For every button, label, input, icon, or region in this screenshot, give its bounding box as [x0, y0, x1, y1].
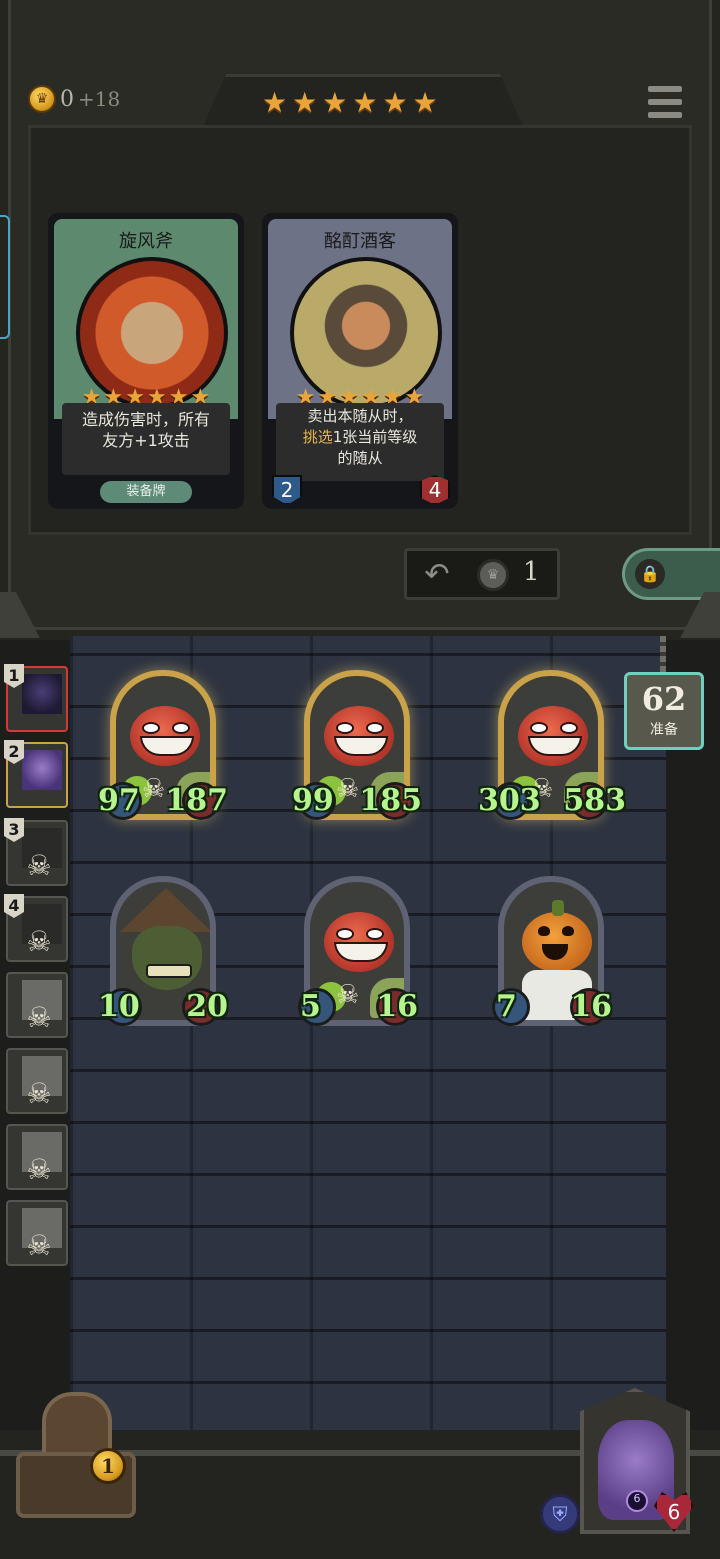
refresh-button[interactable]: ↶ ♛ 1: [404, 548, 560, 600]
skull-icon: ☠: [26, 849, 52, 882]
star-icon: ★: [322, 86, 348, 119]
minion-attack: 10: [98, 989, 140, 1024]
minion-health: 16: [570, 989, 612, 1024]
star-icon: ★: [412, 86, 438, 119]
skull-icon: ☠: [26, 925, 52, 958]
skull-icon: ☠: [26, 1001, 52, 1034]
crown-coin-icon: ♛: [28, 85, 56, 113]
timer-value: 62: [641, 680, 687, 718]
card-type-tag: 装备牌: [100, 481, 192, 503]
gold-income: +18: [78, 87, 121, 111]
card-description: 卖出本随从时， 挑选1张当前等级 的随从: [276, 403, 444, 481]
board-minion-3[interactable]: ☠ 303 583: [478, 670, 626, 830]
board-minion-1[interactable]: ☠ 97 187: [98, 670, 228, 830]
round-timer: 62 准备: [624, 672, 704, 750]
card-desc-line: 挑选1张当前等级: [276, 427, 444, 448]
minion-attack: 5: [300, 989, 321, 1024]
goblin-face: [132, 926, 202, 990]
star-icon: ★: [292, 86, 318, 119]
minion-eye: [366, 722, 384, 734]
refresh-icon: ↶: [424, 557, 450, 592]
player-rank: 1: [4, 664, 24, 688]
card-desc-highlight: 挑选: [302, 428, 333, 446]
player-avatar: [22, 674, 62, 714]
card-name: 旋风斧: [119, 231, 173, 252]
lock-icon: 🔒: [635, 559, 665, 589]
minion-health: 583: [563, 783, 626, 818]
minion-eye: [530, 722, 548, 734]
minion-eye: [142, 722, 160, 734]
card-name: 酩酊酒客: [324, 231, 396, 252]
minion-attack: 303: [478, 783, 541, 818]
star-icon: ★: [352, 86, 378, 119]
timer-chain: [660, 636, 666, 674]
chest-count: 1: [90, 1448, 126, 1484]
treasure-chest-button[interactable]: 1: [8, 1392, 148, 1520]
minion-eye: [366, 928, 384, 940]
refresh-cost: 1: [523, 557, 540, 587]
player-slot-6[interactable]: ☠: [6, 1048, 68, 1114]
pumpkin-face: [522, 912, 592, 972]
card-desc-text: 1张当前等级: [332, 428, 418, 446]
player-rank: 3: [4, 818, 24, 842]
player-slot-8[interactable]: ☠: [6, 1200, 68, 1266]
board-minion-4[interactable]: 10 20: [98, 876, 228, 1036]
minion-eye: [172, 722, 190, 734]
card-desc-line: 造成伤害时，所有: [81, 410, 210, 429]
minion-health: 20: [186, 989, 228, 1024]
player-rank: 4: [4, 894, 24, 918]
card-desc-line: 卖出本随从时，: [307, 407, 413, 425]
crown-token-icon: ♛: [477, 559, 509, 591]
board-minion-6[interactable]: 7 16: [492, 876, 612, 1036]
board-minion-5[interactable]: ☠ 5 16: [298, 876, 418, 1036]
pumpkin-eye: [538, 926, 550, 936]
armor-shield-icon: ⛨: [540, 1494, 580, 1534]
player-avatar: [22, 750, 62, 790]
shop-card-whirlwind-axe[interactable]: 旋风斧 ★ ★ ★ ★ ★ ★ 造成伤害时，所有 友方+1攻击 装备牌: [48, 213, 244, 509]
goblin-teeth: [146, 964, 192, 978]
star-icon: ★: [262, 86, 288, 119]
pumpkin-eye: [562, 926, 574, 936]
minion-attack: 7: [496, 989, 517, 1024]
gold-display: ♛ 0 +18: [28, 84, 120, 114]
pumpkin-stem: [552, 900, 564, 916]
player-slot-4[interactable]: ☠ 4: [4, 894, 68, 962]
hero-orb: 6: [626, 1490, 648, 1512]
minion-attack: 99: [292, 783, 334, 818]
minion-eye: [336, 928, 354, 940]
star-icon: ★: [382, 86, 408, 119]
card-attack: 2: [272, 475, 302, 505]
board-minion-2[interactable]: ☠ 99 185: [292, 670, 422, 830]
player-slot-2[interactable]: 2: [4, 740, 68, 808]
side-tab[interactable]: [0, 215, 10, 339]
gold-value: 0: [60, 86, 74, 112]
minion-health: 185: [359, 783, 422, 818]
player-slot-7[interactable]: ☠: [6, 1124, 68, 1190]
minion-eye: [560, 722, 578, 734]
player-rank: 2: [4, 740, 24, 764]
card-desc-line: 的随从: [337, 449, 383, 467]
shop-card-drunk-patron[interactable]: 酩酊酒客 ★ ★ ★ ★ ★ ★ 卖出本随从时， 挑选1张当前等级 的随从 2 4: [262, 213, 458, 509]
skull-icon: ☠: [336, 980, 360, 1010]
card-desc-line: 友方+1攻击: [102, 431, 190, 450]
player-slot-5[interactable]: ☠: [6, 972, 68, 1038]
minion-attack: 97: [98, 783, 140, 818]
menu-icon[interactable]: [648, 86, 682, 118]
game-screen: ★ ★ ★ ★ ★ ★ ♛ 0 +18 旋风斧 ★ ★ ★ ★ ★ ★ 造成伤害时，所有 …: [0, 0, 720, 1559]
card-health: 4: [420, 475, 450, 505]
minion-health: 187: [165, 783, 228, 818]
minion-eye: [336, 722, 354, 734]
card-description: 造成伤害时，所有 友方+1攻击: [62, 403, 230, 475]
minion-health: 16: [376, 989, 418, 1024]
player-slot-1[interactable]: 1: [4, 664, 68, 732]
skull-icon: ☠: [26, 1077, 52, 1110]
tavern-tier-stars: ★ ★ ★ ★ ★ ★: [262, 88, 462, 118]
timer-label: 准备: [650, 722, 678, 738]
skull-icon: ☠: [26, 1153, 52, 1186]
skull-icon: ☠: [26, 1229, 52, 1262]
player-slot-3[interactable]: ☠ 3: [4, 818, 68, 886]
